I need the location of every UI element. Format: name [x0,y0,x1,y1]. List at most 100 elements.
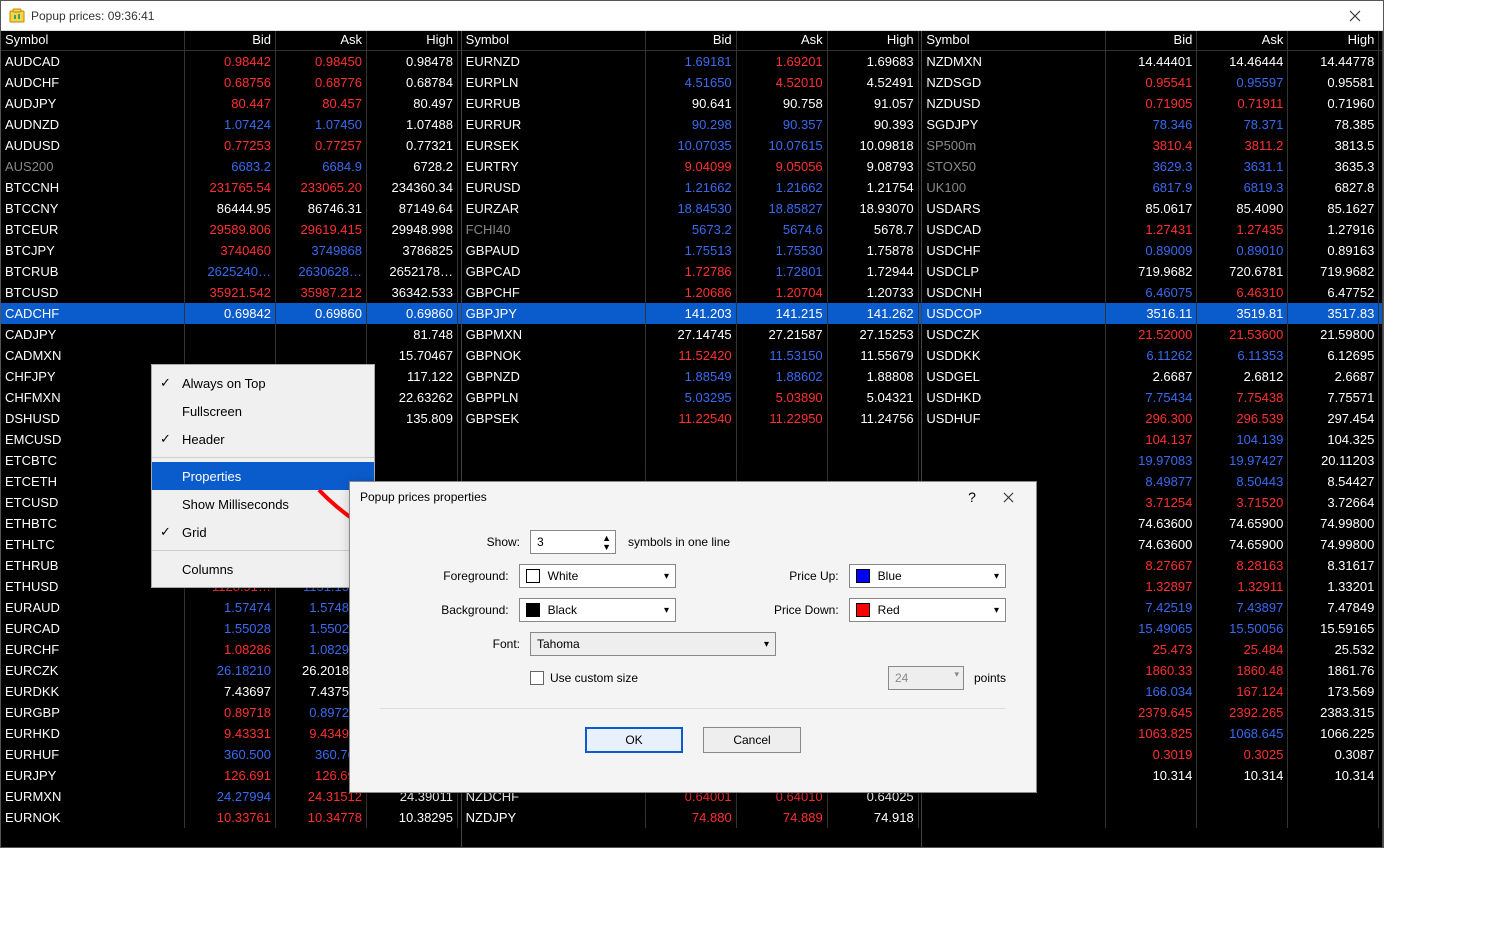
price-row[interactable]: EURUSD1.216621.216621.21754 [462,177,922,198]
header-bid[interactable]: Bid [185,31,276,50]
price-row[interactable]: EURZAR18.8453018.8582718.93070 [462,198,922,219]
header-bid[interactable]: Bid [646,31,737,50]
price-row[interactable]: USDHUF296.300296.539297.454 [922,408,1382,429]
price-row[interactable]: BTCUSD35921.54235987.21236342.533 [1,282,461,303]
custom-size-checkbox[interactable]: Use custom size [530,671,638,685]
header-ask[interactable]: Ask [1197,31,1288,50]
price-row[interactable]: USDHKD7.754347.754387.75571 [922,387,1382,408]
price-row[interactable]: CADCHF0.698420.698600.69860 [1,303,461,324]
ok-button[interactable]: OK [585,727,683,753]
price-row[interactable]: USDCHF0.890090.890100.89163 [922,240,1382,261]
price-row[interactable] [462,450,922,471]
price-row[interactable]: EURRUB90.64190.75891.057 [462,93,922,114]
price-up-combo[interactable]: Blue ▾ [849,564,1006,588]
menu-show-milliseconds[interactable]: Show Milliseconds [152,490,374,518]
price-row[interactable]: AUDUSD0.772530.772570.77321 [1,135,461,156]
menu-fullscreen[interactable]: Fullscreen [152,397,374,425]
price-row[interactable]: EURNOK10.3376110.3477810.38295 [1,807,461,828]
header-symbol[interactable]: Symbol [1,31,185,50]
header-ask[interactable]: Ask [737,31,828,50]
header-high[interactable]: High [828,31,919,50]
price-row[interactable]: NZDUSD0.719050.719110.71960 [922,93,1382,114]
price-row[interactable]: SP500m3810.43811.23813.5 [922,135,1382,156]
price-row[interactable]: BTCRUB2625240…2630628…2652178… [1,261,461,282]
spinner-arrows-icon[interactable]: ▲▼ [602,534,611,552]
price-row[interactable]: USDGEL2.66872.68122.6687 [922,366,1382,387]
price-row[interactable]: GBPCHF1.206861.207041.20733 [462,282,922,303]
close-button[interactable] [1335,2,1375,30]
header-high[interactable]: High [367,31,458,50]
header-bid[interactable]: Bid [1106,31,1197,50]
price-row[interactable]: USDCOP3516.113519.813517.83 [922,303,1382,324]
header-symbol[interactable]: Symbol [462,31,646,50]
price-row[interactable]: GBPNOK11.5242011.5315011.55679 [462,345,922,366]
price-row[interactable]: BTCCNY86444.9586746.3187149.64 [1,198,461,219]
dialog-titlebar[interactable]: Popup prices properties ? [350,482,1036,512]
menu-properties[interactable]: Properties [152,462,374,490]
price-row[interactable]: BTCJPY374046037498683786825 [1,240,461,261]
price-row[interactable] [922,807,1382,828]
price-row[interactable]: USDDKK6.112626.113536.12695 [922,345,1382,366]
help-button[interactable]: ? [954,483,990,511]
price-row[interactable]: 104.137104.139104.325 [922,429,1382,450]
price-row[interactable]: GBPJPY141.203141.215141.262 [462,303,922,324]
price-row[interactable]: SGDJPY78.34678.37178.385 [922,114,1382,135]
price-row[interactable]: BTCCNH231765.54233065.20234360.34 [1,177,461,198]
price-row[interactable]: CADJPY81.748 [1,324,461,345]
price-row[interactable]: FCHI405673.25674.65678.7 [462,219,922,240]
dialog-close-button[interactable] [990,483,1026,511]
cell-high: 11.24756 [828,408,919,429]
price-row[interactable]: EURTRY9.040999.050569.08793 [462,156,922,177]
cancel-button[interactable]: Cancel [703,727,801,753]
menu-columns[interactable]: Columns [152,555,374,583]
price-row[interactable]: GBPAUD1.755131.755301.75878 [462,240,922,261]
price-row[interactable]: GBPSEK11.2254011.2295011.24756 [462,408,922,429]
font-combo[interactable]: Tahoma ▾ [530,632,776,656]
price-row[interactable]: AUDCAD0.984420.984500.98478 [1,51,461,72]
header-ask[interactable]: Ask [276,31,367,50]
price-row[interactable]: STOX503629.33631.13635.3 [922,156,1382,177]
price-row[interactable]: USDCNH6.460756.463106.47752 [922,282,1382,303]
price-down-combo[interactable]: Red ▾ [849,598,1006,622]
cell-symbol: GBPNOK [462,345,646,366]
window-title: Popup prices: 09:36:41 [31,9,1335,23]
price-row[interactable]: GBPMXN27.1474527.2158727.15253 [462,324,922,345]
cell-ask: 90.357 [737,114,828,135]
price-row[interactable]: UK1006817.96819.36827.8 [922,177,1382,198]
price-row[interactable]: USDARS85.061785.409085.1627 [922,198,1382,219]
price-row[interactable]: NZDSGD0.955410.955970.95581 [922,72,1382,93]
price-row[interactable]: USDCZK21.5200021.5360021.59800 [922,324,1382,345]
price-row[interactable]: AUS2006683.26684.96728.2 [1,156,461,177]
price-row[interactable]: BTCEUR29589.80629619.41529948.998 [1,219,461,240]
price-row[interactable]: EURPLN4.516504.520104.52491 [462,72,922,93]
header-symbol[interactable]: Symbol [922,31,1106,50]
price-row[interactable]: EURRUR90.29890.35790.393 [462,114,922,135]
price-row[interactable]: EURNZD1.691811.692011.69683 [462,51,922,72]
menu-header[interactable]: ✓Header [152,425,374,453]
price-row[interactable]: 19.9708319.9742720.11203 [922,450,1382,471]
cell-bid: 7.43697 [185,681,276,702]
price-row[interactable]: AUDJPY80.44780.45780.497 [1,93,461,114]
cell-symbol: EURAUD [1,597,185,618]
menu-always-on-top[interactable]: ✓Always on Top [152,369,374,397]
titlebar[interactable]: Popup prices: 09:36:41 [1,1,1383,31]
price-row[interactable]: NZDMXN14.4440114.4644414.44778 [922,51,1382,72]
price-row[interactable]: CADMXN15.70467 [1,345,461,366]
foreground-combo[interactable]: White ▾ [519,564,676,588]
price-row[interactable]: AUDNZD1.074241.074501.07488 [1,114,461,135]
price-row[interactable]: EURSEK10.0703510.0761510.09818 [462,135,922,156]
price-row[interactable]: GBPCAD1.727861.728011.72944 [462,261,922,282]
menu-grid[interactable]: ✓Grid [152,518,374,546]
show-count-spinner[interactable]: 3 ▲▼ [530,530,616,554]
price-row[interactable]: USDCLP719.9682720.6781719.9682 [922,261,1382,282]
price-row[interactable]: GBPNZD1.885491.886021.88808 [462,366,922,387]
price-row[interactable]: NZDJPY74.88074.88974.918 [462,807,922,828]
cell-ask: 0.3025 [1197,744,1288,765]
price-row[interactable]: USDCAD1.274311.274351.27916 [922,219,1382,240]
price-row[interactable]: GBPPLN5.032955.038905.04321 [462,387,922,408]
price-row[interactable] [462,429,922,450]
price-row[interactable]: AUDCHF0.687560.687760.68784 [1,72,461,93]
header-high[interactable]: High [1288,31,1379,50]
background-combo[interactable]: Black ▾ [519,598,676,622]
cell-high: 10.314 [1288,765,1379,786]
